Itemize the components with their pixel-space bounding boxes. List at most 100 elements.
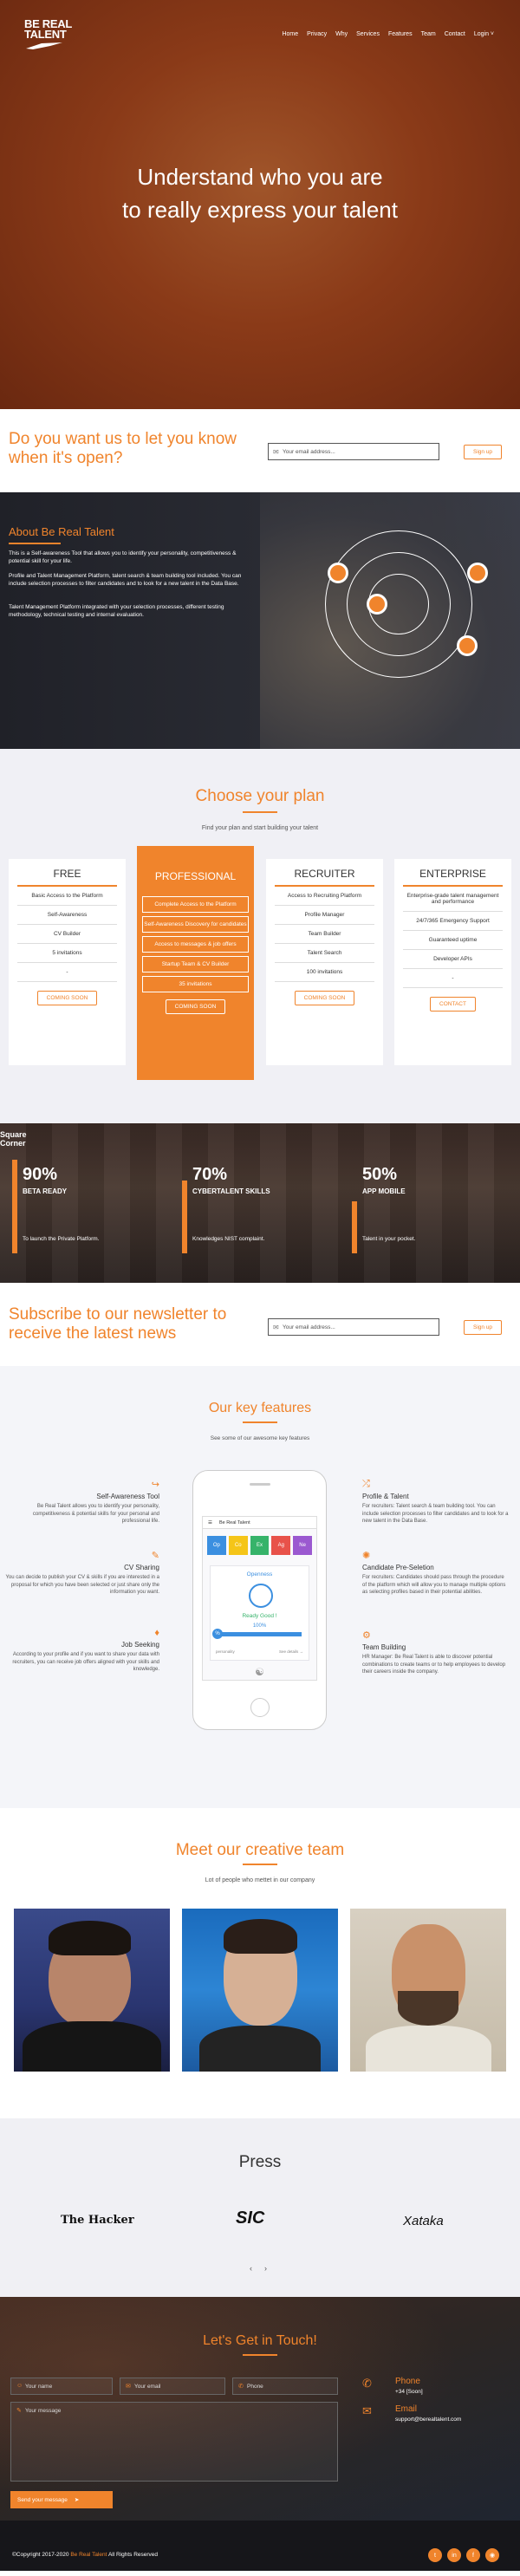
notify-signup-button[interactable]: Sign up xyxy=(464,445,503,459)
email-info-value[interactable]: support@berealtalent.com xyxy=(395,2417,461,2423)
personality-link[interactable]: personality xyxy=(216,1649,235,1654)
home-button[interactable] xyxy=(250,1698,270,1717)
email-input[interactable]: ✉ Your email xyxy=(120,2378,225,2395)
plan-button-enterprise[interactable]: CONTACT xyxy=(430,997,476,1012)
notify-email-input[interactable]: Your email address... xyxy=(268,443,439,460)
robot-icon: ☯ xyxy=(255,1666,264,1678)
stat-label: APP MOBILE xyxy=(362,1187,406,1195)
nav-item-services[interactable]: Services xyxy=(356,31,380,37)
notify-section: Do you want us to let you know when it's… xyxy=(0,409,520,492)
message-textarea[interactable]: ✎ Your message xyxy=(10,2402,338,2482)
press-logo-sic[interactable]: SIC xyxy=(236,2208,264,2228)
newsletter-section: Subscribe to our newsletter to receive t… xyxy=(0,1283,520,1366)
feature-cv-sharing: ✎ CV Sharing You can decide to publish y… xyxy=(3,1550,159,1597)
see-details-link[interactable]: See details → xyxy=(279,1649,303,1654)
stat-cybertalent: 70% CYBERTALENT SKILLS Knowledges NIST c… xyxy=(182,1123,338,1283)
notify-title: Do you want us to let you know when it's… xyxy=(9,430,237,467)
stat-value: 50% xyxy=(362,1165,398,1184)
feature-desc: You can decide to publish your CV & skil… xyxy=(5,1575,159,1595)
plan-feature: Talent Search xyxy=(275,944,374,963)
plan-button-free[interactable]: COMING SOON xyxy=(36,991,98,1005)
nav-item-why[interactable]: Why xyxy=(335,31,348,37)
nav-item-home[interactable]: Home xyxy=(282,31,298,37)
main-nav: Home Privacy Why Services Features Team Contac… xyxy=(282,31,494,37)
features-title: Our key features xyxy=(208,1401,312,1415)
trait-tile[interactable]: Ex xyxy=(250,1536,270,1555)
copyright: ©Copyright 2017-2020 Be Real Talent All … xyxy=(12,2552,158,2558)
logo[interactable]: BE REAL TALENT xyxy=(24,18,72,50)
newsletter-email-input[interactable]: Your email address... xyxy=(268,1318,439,1336)
team-member-photo-2 xyxy=(182,1909,338,2072)
plan-feature: 35 invitations xyxy=(142,976,249,992)
plan-feature: - xyxy=(17,963,117,982)
feature-desc: For recruiters: Talent search & team bui… xyxy=(362,1504,509,1524)
percent-label: 100% xyxy=(252,1623,267,1629)
trait-tile[interactable]: Co xyxy=(228,1536,248,1555)
feature-title: Candidate Pre-Seletion xyxy=(362,1564,434,1571)
nav-item-privacy[interactable]: Privacy xyxy=(307,31,327,37)
logo-line2: TALENT xyxy=(24,28,67,41)
plan-name: PROFESSIONAL xyxy=(154,870,237,882)
trait-tile[interactable]: Op xyxy=(207,1536,226,1555)
phone-info-label: Phone xyxy=(395,2377,420,2386)
trait-tile[interactable]: Ag xyxy=(271,1536,291,1555)
feature-title: Job Seeking xyxy=(120,1641,159,1649)
plan-feature: 5 invitations xyxy=(17,944,117,963)
share-icon: ↪ xyxy=(151,1480,159,1490)
phone-input[interactable]: ✆ Phone xyxy=(232,2378,338,2395)
plan-feature: Access to messages & job offers xyxy=(142,936,249,953)
orbit-node xyxy=(457,635,478,656)
trait-tile[interactable]: Ne xyxy=(293,1536,312,1555)
contact-underline xyxy=(243,2354,277,2356)
press-logo-xataka[interactable]: Xataka xyxy=(403,2214,444,2228)
newsletter-signup-button[interactable]: Sign up xyxy=(464,1320,503,1335)
nav-item-contact[interactable]: Contact xyxy=(445,31,465,37)
plan-card-recruiter: RECRUITER Access to Recruiting Platform … xyxy=(266,859,383,1065)
about-divider xyxy=(9,543,61,544)
press-carousel-nav: ‹ › xyxy=(250,2264,267,2273)
nav-item-login[interactable]: Login ˅ xyxy=(474,31,494,37)
press-logo-thehacker[interactable]: The Hacker xyxy=(61,2214,134,2227)
instagram-icon[interactable]: ◉ xyxy=(485,2548,499,2562)
feature-title: Profile & Talent xyxy=(362,1493,409,1500)
logo-wing-icon xyxy=(26,42,62,49)
copyright-brand-link[interactable]: Be Real Talent xyxy=(70,2552,107,2558)
gear-icon: ✺ xyxy=(362,1551,371,1561)
features-underline xyxy=(243,1421,277,1423)
plan-card-enterprise: ENTERPRISE Enterprise-grade talent manag… xyxy=(394,859,511,1065)
phone-info-icon: ✆ xyxy=(362,2377,372,2390)
hero-headline-line1: Understand who you are xyxy=(137,164,383,190)
feature-title: CV Sharing xyxy=(124,1564,159,1571)
stat-label: CYBERTALENT SKILLS xyxy=(192,1187,270,1195)
plan-button-recruiter[interactable]: COMING SOON xyxy=(294,991,355,1005)
stat-desc: Knowledges NIST complaint. xyxy=(192,1236,265,1242)
app-title: Be Real Talent xyxy=(218,1520,250,1525)
phone-icon: ✆ xyxy=(238,2384,244,2390)
nav-item-team[interactable]: Team xyxy=(421,31,436,37)
nav-item-features[interactable]: Features xyxy=(388,31,413,37)
notify-email-placeholder: Your email address... xyxy=(283,448,335,455)
linkedin-icon[interactable]: in xyxy=(447,2548,461,2562)
twitter-icon[interactable]: t xyxy=(428,2548,442,2562)
plan-card-free: FREE Basic Access to the Platform Self-A… xyxy=(9,859,126,1065)
name-input[interactable]: ☺ Your name xyxy=(10,2378,113,2395)
plan-name: FREE xyxy=(17,859,117,887)
plan-name: ENTERPRISE xyxy=(403,859,503,887)
chevron-left-icon[interactable]: ‹ xyxy=(250,2264,252,2273)
press-section: Press The Hacker SIC Xataka ‹ › xyxy=(0,2118,520,2297)
facebook-icon[interactable]: f xyxy=(466,2548,480,2562)
feature-desc: According to your profile and if you wan… xyxy=(12,1652,159,1672)
email-placeholder: Your email xyxy=(134,2384,161,2390)
menu-icon[interactable]: ☰ xyxy=(208,1520,212,1525)
chevron-right-icon[interactable]: › xyxy=(264,2264,267,2273)
plans-subtitle: Find your plan and start building your t… xyxy=(201,825,319,831)
plan-feature: CV Builder xyxy=(17,925,117,944)
copyright-text: ©Copyright 2017-2020 xyxy=(12,2552,69,2558)
pencil-icon: ✎ xyxy=(16,2408,22,2414)
hair xyxy=(224,1919,297,1954)
plan-button-professional[interactable]: COMING SOON xyxy=(165,999,226,1014)
send-message-button[interactable]: Send your message ➤ xyxy=(10,2491,113,2508)
percent-icon: % xyxy=(212,1629,223,1639)
phone-screen: ☰ Be Real Talent Op Co Ex Ag Ne Openness… xyxy=(202,1516,317,1681)
plan-feature: Developer APIs xyxy=(403,950,503,969)
